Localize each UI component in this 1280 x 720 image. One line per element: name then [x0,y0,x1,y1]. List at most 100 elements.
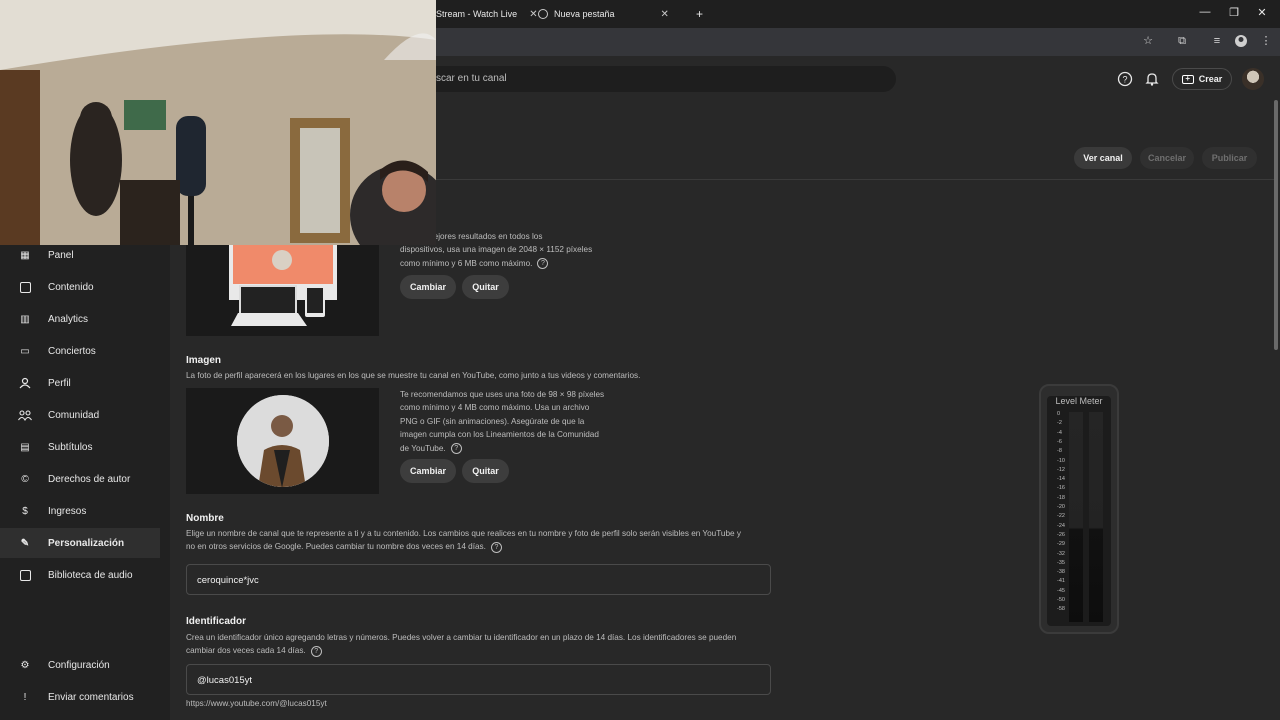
level-meter-tick-label: -50 [1057,597,1065,603]
level-meter-tick-label: -58 [1057,606,1065,613]
channel-name-field[interactable]: ceroquince*jvc [186,564,771,595]
sidebar-item-label: Subtítulos [48,441,93,453]
help-icon[interactable]: ? [537,258,549,270]
level-meter-tick-label: -12 [1057,466,1065,473]
level-meter-tick-label: -2 [1057,420,1062,427]
help-icon[interactable]: ? [450,442,462,454]
image-section-subtitle: La foto de perfil aparecerá en los lugar… [186,371,641,380]
level-meter-tick-label: -38 [1057,569,1065,576]
webcam-feed [0,0,436,245]
name-section-title: Nombre [186,513,224,524]
webcam-overlay [0,0,436,245]
audio-library-icon [18,568,32,582]
name-description: Elige un nombre de canal que te represen… [186,529,741,553]
level-meter-tick-label: -29 [1057,541,1065,548]
level-meter-tick-label: -8 [1057,448,1062,455]
level-meter-tick-label: -45 [1057,587,1065,594]
sidebar-item-profile[interactable]: Perfil [0,368,160,398]
window-close-icon[interactable]: ✕ [1254,6,1270,19]
banner-preview [186,240,379,336]
level-meter-tick-label: -6 [1057,438,1062,445]
level-meter-tick-label: -22 [1057,513,1065,520]
restore-icon[interactable]: ❐ [1226,6,1242,19]
video-icon [18,280,32,294]
search-placeholder: scar en tu canal [436,73,507,84]
handle-url: https://www.youtube.com/@lucas015yt [186,699,327,708]
level-meter: Level Meter 0 -2 -4 -6 -8 -10 -12 -14 -16 -18 -20 -… [1039,384,1119,634]
cancel-button[interactable]: Cancelar [1140,147,1194,169]
tab-stream[interactable]: Stream - Watch Live ✕ [436,0,538,28]
tab-label: Stream - Watch Live [436,9,518,19]
level-meter-tick-label: -4 [1057,429,1062,436]
sidebar-item-community[interactable]: Comunidad [0,400,160,430]
dollar-icon: $ [22,505,28,517]
level-meter-tick-label: -10 [1057,457,1065,464]
help-icon[interactable]: ? [1117,71,1133,87]
star-icon[interactable]: ☆ [1141,34,1155,48]
menu-kebab-icon[interactable]: ⋮ [1259,34,1273,48]
subtitles-icon: ▤ [20,441,30,453]
level-meter-bar-left [1069,412,1083,622]
sidebar-item-label: Configuración [48,659,110,671]
sidebar-item-earnings[interactable]: $ Ingresos [0,496,160,526]
create-button[interactable]: + Crear [1172,68,1232,90]
help-icon[interactable]: ? [310,645,322,657]
sidebar-item-customization[interactable]: ✎ Personalización [0,528,160,558]
banner-change-button[interactable]: Cambiar [400,275,456,299]
new-tab-button[interactable]: + [696,0,703,28]
avatar[interactable] [1242,68,1264,90]
profile-picture-preview [186,388,379,494]
devices-illustration [229,240,337,326]
sidebar-item-settings[interactable]: ⚙ Configuración [0,650,160,680]
bell-icon[interactable] [1144,71,1160,87]
tab-new[interactable]: Nueva pestaña ✕ [538,0,688,28]
grid-icon: ▦ [20,249,30,261]
sidebar-item-content[interactable]: Contenido [0,272,160,302]
level-meter-tick-label: -20 [1057,504,1065,510]
level-meter-tick-label: -18 [1057,494,1065,501]
feedback-icon: ! [23,691,27,703]
sidebar-item-feedback[interactable]: ! Enviar comentarios [0,682,160,712]
add-video-icon: + [1181,74,1194,84]
publish-button[interactable]: Publicar [1202,147,1257,169]
level-meter-tick-label: -24 [1057,522,1065,529]
sidebar-item-analytics[interactable]: ▥ Analytics [0,304,160,334]
profile-icon[interactable] [1234,34,1248,48]
level-meter-bar-right [1089,412,1103,622]
level-meter-tick-label: -16 [1057,485,1065,492]
sidebar-item-subtitles[interactable]: ▤ Subtítulos [0,432,160,462]
ticket-icon: ▭ [20,345,30,357]
sidebar-item-concerts[interactable]: ▭ Conciertos [0,336,160,366]
minimize-icon[interactable]: — [1197,6,1213,18]
create-label: Crear [1198,74,1223,84]
close-icon[interactable]: ✕ [529,9,537,20]
sidebar-item-label: Ingresos [48,505,87,517]
sidebar-item-label: Biblioteca de audio [48,569,133,581]
help-icon[interactable]: ? [490,541,502,553]
sidebar-item-label: Conciertos [48,345,96,357]
gear-icon: ⚙ [20,659,30,671]
extensions-icon[interactable]: ⧉ [1175,34,1189,48]
media-icon[interactable]: ≡ [1210,34,1224,48]
close-icon[interactable]: ✕ [661,9,669,20]
wand-icon: ✎ [20,537,30,549]
image-change-button[interactable]: Cambiar [400,459,456,483]
image-remove-button[interactable]: Quitar [462,459,509,483]
svg-text:?: ? [1122,75,1127,85]
banner-remove-button[interactable]: Quitar [462,275,509,299]
globe-icon [538,9,548,19]
tab-label: Nueva pestaña [554,9,615,19]
chart-icon: ▥ [20,313,30,325]
handle-field[interactable]: @lucas015yt [186,664,771,695]
profile-photo [237,395,329,487]
handle-section-title: Identificador [186,616,247,627]
scrollbar-thumb[interactable] [1274,100,1278,350]
sidebar-item-label: Personalización [48,537,125,549]
sidebar-item-audio-library[interactable]: Biblioteca de audio [0,560,160,590]
sidebar-item-label: Analytics [48,313,89,325]
level-meter-tick-label: -26 [1057,531,1065,538]
view-channel-button[interactable]: Ver canal [1074,147,1132,169]
sidebar-item-label: Enviar comentarios [48,691,134,703]
search-input[interactable]: scar en tu canal [420,66,896,92]
sidebar-item-copyright[interactable]: © Derechos de autor [0,464,160,494]
